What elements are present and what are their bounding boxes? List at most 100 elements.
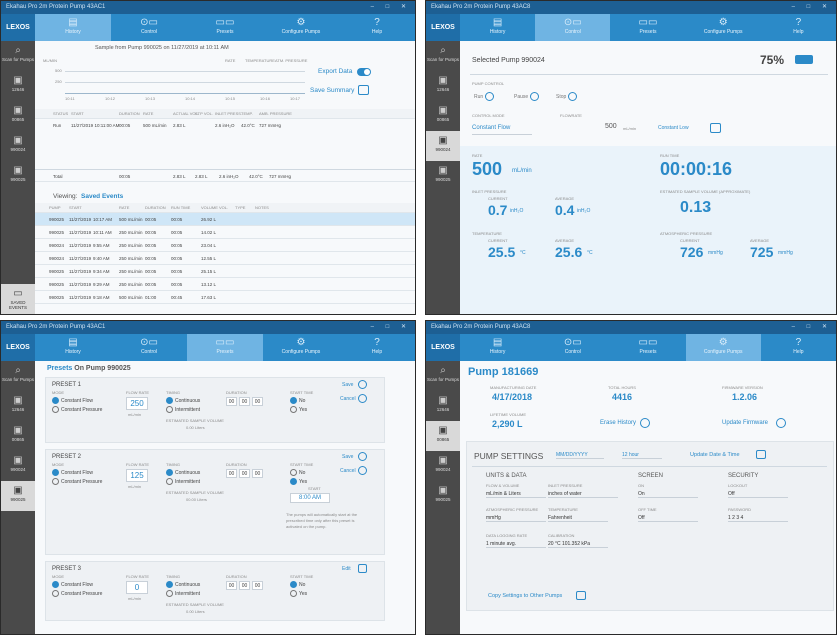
- tab-help[interactable]: ? Help: [339, 334, 415, 361]
- start-no[interactable]: No: [290, 397, 305, 404]
- tab-presets[interactable]: ▭▭ Presets: [187, 334, 263, 361]
- sidebar-item-pump[interactable]: ▣ 12646: [1, 391, 35, 421]
- mode-constant-flow[interactable]: Constant Flow: [52, 397, 93, 404]
- window-controls[interactable]: – □ ✕: [371, 321, 411, 334]
- sidebar-item-pump-00865[interactable]: ▣ 00865: [426, 421, 460, 451]
- timing-intermittent[interactable]: Intermittent: [166, 478, 200, 485]
- start-no[interactable]: No: [290, 469, 305, 476]
- refresh-icon[interactable]: [358, 380, 367, 389]
- tab-history[interactable]: ▤ History: [35, 334, 111, 361]
- sidebar-item-pump[interactable]: ▣ 12646: [426, 391, 460, 421]
- duration-input[interactable]: 00: [252, 397, 263, 406]
- copy-icon[interactable]: [576, 591, 586, 600]
- mode-constant-pressure[interactable]: Constant Pressure: [52, 406, 102, 413]
- window-controls[interactable]: – □ ✕: [371, 1, 411, 14]
- cancel-button[interactable]: Cancel: [340, 396, 356, 402]
- sidebar-item-scan[interactable]: ⌕ Scan for Pumps: [1, 361, 35, 391]
- tab-presets[interactable]: ▭▭ Presets: [610, 14, 685, 41]
- tab-control[interactable]: ⊙▭ Control: [535, 14, 611, 41]
- sidebar-item-scan[interactable]: ⌕ Scan for Pumps: [1, 41, 35, 71]
- sidebar-item-saved-events[interactable]: ▭ SAVED EVENTS: [1, 284, 35, 314]
- sidebar-item-pump[interactable]: ▣ 990025: [426, 481, 460, 511]
- save-summary-button[interactable]: Save Summary: [310, 87, 354, 94]
- sidebar-item-pump[interactable]: ▣ 990024: [426, 451, 460, 481]
- duration-input[interactable]: 00: [226, 581, 237, 590]
- sidebar-item-scan[interactable]: ⌕ Scan for Pumps: [426, 361, 460, 391]
- table-row[interactable]: 990024 11/27/2019 9:40 AM 250 mL/min 00:05 00…: [35, 252, 415, 265]
- table-row[interactable]: 990025 11/27/2019 10:11 AM 250 mL/min 00:05 0…: [35, 226, 415, 239]
- edit-icon[interactable]: [358, 564, 367, 573]
- sidebar-item-pump[interactable]: ▣ 00865: [1, 421, 35, 451]
- tab-configure-pumps[interactable]: ⚙ Configure Pumps: [685, 334, 761, 361]
- export-data-button[interactable]: Export Data: [318, 68, 352, 75]
- sidebar-item-pump[interactable]: ▣ 00865: [1, 101, 35, 131]
- hour-format-select[interactable]: 12 hour: [622, 452, 662, 459]
- timing-continuous[interactable]: Continuous: [166, 581, 200, 588]
- table-row[interactable]: 990025 11/27/2019 10:17 AM 500 mL/min 00:05 0…: [35, 213, 415, 226]
- erase-icon[interactable]: [640, 418, 650, 428]
- run-button[interactable]: Run: [474, 92, 494, 101]
- duration-input[interactable]: 00: [252, 581, 263, 590]
- date-format-select[interactable]: MM/DD/YYYY: [556, 452, 604, 459]
- timing-continuous[interactable]: Continuous: [166, 469, 200, 476]
- table-row[interactable]: 990025 11/27/2019 9:34 AM 250 mL/min 00:05 00…: [35, 265, 415, 278]
- tab-history[interactable]: ▤ History: [460, 334, 535, 361]
- stop-button[interactable]: Stop: [556, 92, 577, 101]
- duration-input[interactable]: 00: [239, 469, 250, 478]
- mode-constant-pressure[interactable]: Constant Pressure: [52, 478, 102, 485]
- setting-select[interactable]: mmHg: [486, 515, 546, 522]
- tab-help[interactable]: ? Help: [761, 14, 836, 41]
- setting-select[interactable]: mL/min & Liters: [486, 491, 546, 498]
- setting-select[interactable]: 20 °C 101.352 kPa: [548, 541, 608, 548]
- start-yes[interactable]: Yes: [290, 406, 307, 413]
- tab-control[interactable]: ⊙▭ Control: [535, 334, 610, 361]
- save-icon[interactable]: [358, 85, 369, 95]
- start-time-input[interactable]: 8:00 AM: [290, 493, 330, 503]
- tab-configure-pumps[interactable]: ⚙ Configure Pumps: [686, 14, 761, 41]
- tab-help[interactable]: ? Help: [339, 14, 415, 41]
- sidebar-item-pump[interactable]: ▣ 990024: [1, 451, 35, 481]
- refresh-icon[interactable]: [358, 452, 367, 461]
- tab-history[interactable]: ▤ History: [35, 14, 111, 41]
- close-icon[interactable]: [358, 394, 367, 403]
- start-yes[interactable]: Yes: [290, 590, 307, 597]
- window-controls[interactable]: – □ ✕: [792, 321, 832, 334]
- flow-rate-input[interactable]: 250: [126, 397, 148, 410]
- cancel-button[interactable]: Cancel: [340, 468, 356, 474]
- export-toggle[interactable]: [357, 68, 371, 76]
- control-mode-select[interactable]: Constant Flow: [472, 123, 532, 135]
- table-row[interactable]: 990025 11/27/2019 9:29 AM 250 mL/min 00:05 00…: [35, 278, 415, 291]
- copy-settings-button[interactable]: Copy Settings to Other Pumps: [488, 593, 562, 599]
- update-icon[interactable]: [776, 418, 786, 428]
- tab-configure-pumps[interactable]: ⚙ Configure Pumps: [263, 334, 339, 361]
- flow-rate-input[interactable]: 125: [126, 469, 148, 482]
- sidebar-item-pump[interactable]: ▣ 12646: [426, 71, 460, 101]
- close-icon[interactable]: [358, 466, 367, 475]
- sidebar-item-pump-990025[interactable]: ▣ 990025: [1, 481, 35, 511]
- timing-intermittent[interactable]: Intermittent: [166, 406, 200, 413]
- tab-configure-pumps[interactable]: ⚙ Configure Pumps: [263, 14, 339, 41]
- timing-continuous[interactable]: Continuous: [166, 397, 200, 404]
- table-row[interactable]: 990024 11/27/2019 9:55 AM 250 mL/min 00:05 00…: [35, 239, 415, 252]
- sidebar-item-pump[interactable]: ▣ 12646: [1, 71, 35, 101]
- timing-intermittent[interactable]: Intermittent: [166, 590, 200, 597]
- sidebar-item-scan[interactable]: ⌕ Scan for Pumps: [426, 41, 460, 71]
- tab-history[interactable]: ▤ History: [460, 14, 535, 41]
- duration-input[interactable]: 00: [239, 581, 250, 590]
- setting-select[interactable]: inches of water: [548, 491, 618, 498]
- duration-input[interactable]: 00: [252, 469, 263, 478]
- save-button[interactable]: Save: [342, 454, 353, 460]
- sidebar-item-pump[interactable]: ▣ 990025: [1, 161, 35, 191]
- tab-presets[interactable]: ▭▭ Presets: [610, 334, 685, 361]
- start-yes[interactable]: Yes: [290, 478, 307, 485]
- sidebar-item-pump-990024[interactable]: ▣ 990024: [426, 131, 460, 161]
- tab-control[interactable]: ⊙▭ Control: [111, 14, 187, 41]
- start-no[interactable]: No: [290, 581, 305, 588]
- setting-select[interactable]: Off: [728, 491, 788, 498]
- flowrate-input[interactable]: 500: [605, 123, 617, 130]
- sidebar-item-pump[interactable]: ▣ 990025: [426, 161, 460, 191]
- sidebar-item-pump[interactable]: ▣ 990024: [1, 131, 35, 161]
- duration-input[interactable]: 00: [239, 397, 250, 406]
- duration-input[interactable]: 00: [226, 397, 237, 406]
- edit-button[interactable]: Edit: [342, 566, 351, 572]
